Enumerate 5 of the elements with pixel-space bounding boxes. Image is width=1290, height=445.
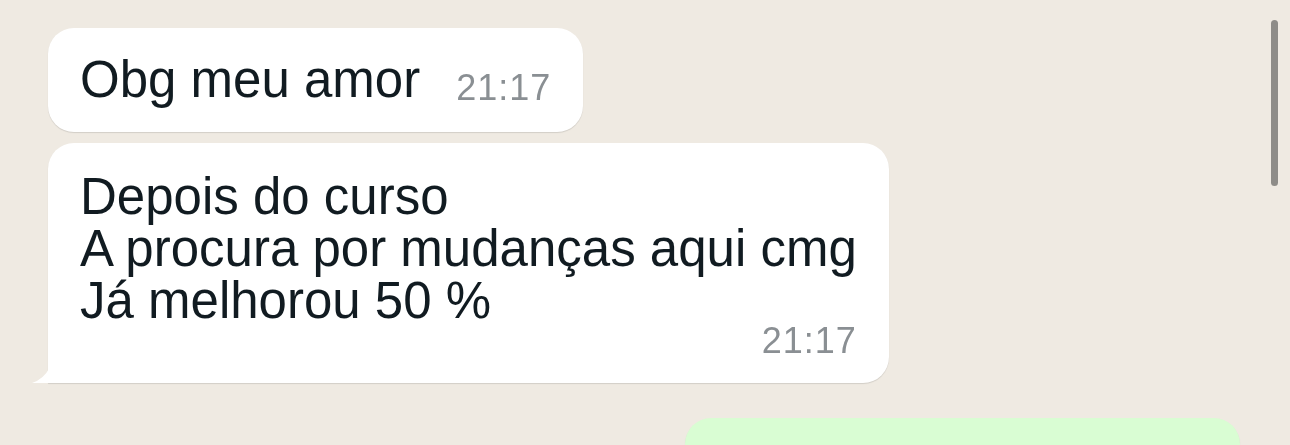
scrollbar[interactable] — [1271, 20, 1278, 186]
message-text: Depois do curso — [80, 171, 450, 223]
message-text: Obg meu amor — [80, 54, 421, 106]
message-time: 21:17 — [761, 323, 857, 359]
message-time: 21:17 — [456, 70, 552, 106]
